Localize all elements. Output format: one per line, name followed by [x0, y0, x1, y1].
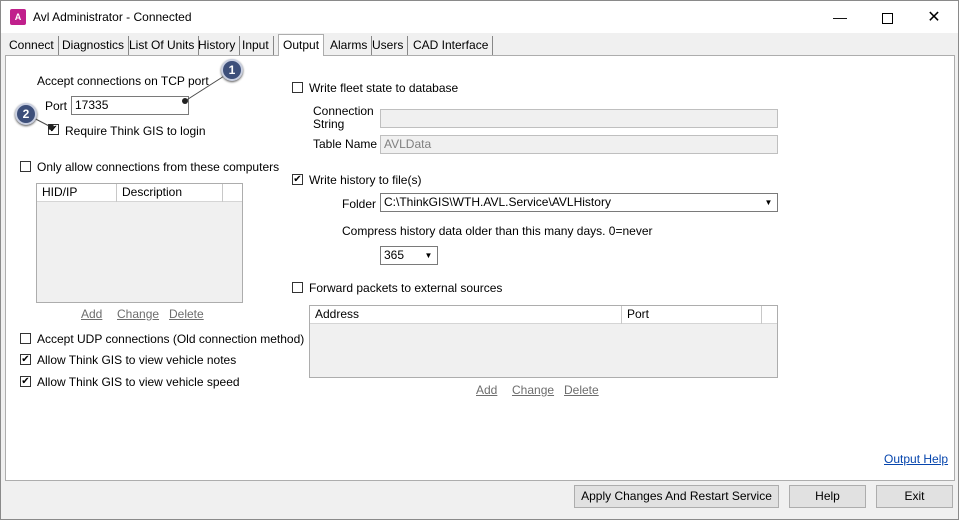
vehicle-speed-label: Allow Think GIS to view vehicle speed — [37, 375, 240, 389]
forward-add-link[interactable]: Add — [476, 383, 497, 397]
forward-packets-label: Forward packets to external sources — [309, 281, 503, 295]
allow-computers-checkbox[interactable] — [20, 161, 31, 172]
tab-diagnostics[interactable]: Diagnostics — [58, 36, 130, 55]
require-login-checkbox[interactable]: ✔ — [48, 124, 59, 135]
table-name-input[interactable]: AVLData — [380, 135, 778, 154]
app-icon: A — [10, 9, 26, 25]
allowed-change-link[interactable]: Change — [117, 307, 159, 321]
vehicle-notes-label: Allow Think GIS to view vehicle notes — [37, 353, 237, 367]
write-history-label: Write history to file(s) — [309, 173, 422, 187]
port-input[interactable]: 17335 — [71, 96, 189, 115]
allowed-delete-link[interactable]: Delete — [169, 307, 204, 321]
minimize-button[interactable]: — — [817, 1, 863, 33]
help-button[interactable]: Help — [789, 485, 866, 508]
udp-label: Accept UDP connections (Old connection m… — [37, 332, 305, 346]
close-button[interactable]: ✕ — [911, 1, 957, 33]
column-port[interactable]: Port — [622, 306, 762, 324]
forward-delete-link[interactable]: Delete — [564, 383, 599, 397]
folder-label: Folder — [342, 197, 377, 211]
require-login-label: Require Think GIS to login — [65, 124, 206, 138]
column-hid-ip[interactable]: HID/IP — [37, 184, 117, 202]
column-description[interactable]: Description — [117, 184, 223, 202]
port-label: Port — [45, 99, 68, 113]
table-name-label: Table Name — [313, 137, 378, 151]
forward-change-link[interactable]: Change — [512, 383, 554, 397]
write-history-checkbox[interactable]: ✔ — [292, 174, 303, 185]
output-help-link[interactable]: Output Help — [884, 452, 948, 466]
connection-string-label: String — [313, 117, 345, 131]
chevron-down-icon[interactable]: ▼ — [761, 195, 776, 210]
list-header: HID/IP Description — [37, 184, 242, 202]
vehicle-speed-checkbox[interactable]: ✔ — [20, 376, 31, 387]
exit-button[interactable]: Exit — [876, 485, 953, 508]
allowed-computers-list[interactable]: HID/IP Description — [36, 183, 243, 303]
fleet-state-db-label: Write fleet state to database — [309, 81, 459, 95]
forward-packets-checkbox[interactable] — [292, 282, 303, 293]
connection-label: Connection — [313, 104, 374, 118]
column-address[interactable]: Address — [310, 306, 622, 324]
allowed-add-link[interactable]: Add — [81, 307, 102, 321]
folder-combo[interactable]: C:\ThinkGIS\WTH.AVL.Service\AVLHistory ▼ — [380, 193, 778, 212]
app-window: A Avl Administrator - Connected — ✕ Conn… — [0, 0, 959, 520]
tab-input[interactable]: Input — [238, 36, 274, 55]
tcp-heading: Accept connections on TCP port — [37, 74, 209, 88]
tab-cad-interface[interactable]: CAD Interface — [409, 36, 494, 55]
folder-value: C:\ThinkGIS\WTH.AVL.Service\AVLHistory — [384, 195, 611, 209]
udp-checkbox[interactable] — [20, 333, 31, 344]
checkmark-icon: ✔ — [293, 174, 302, 185]
apply-restart-button[interactable]: Apply Changes And Restart Service — [574, 485, 779, 508]
checkmark-icon: ✔ — [49, 124, 58, 135]
vehicle-notes-checkbox[interactable]: ✔ — [20, 354, 31, 365]
title-bar: A Avl Administrator - Connected — ✕ — [1, 1, 958, 33]
compress-days-combo[interactable]: 365 ▼ — [380, 246, 438, 265]
tab-list-of-units[interactable]: List Of Units — [125, 36, 200, 55]
tab-alarms[interactable]: Alarms — [326, 36, 373, 55]
tab-connect[interactable]: Connect — [5, 36, 59, 55]
close-icon: ✕ — [927, 9, 941, 26]
compress-days-value: 365 — [384, 248, 405, 262]
tab-output[interactable]: Output — [278, 34, 325, 56]
checkmark-icon: ✔ — [21, 354, 30, 365]
output-panel: Accept connections on TCP port Port 1733… — [5, 55, 955, 481]
tab-history[interactable]: History — [194, 36, 241, 55]
checkmark-icon: ✔ — [21, 376, 30, 387]
maximize-button[interactable] — [864, 1, 910, 33]
maximize-icon — [881, 12, 893, 24]
connection-string-input[interactable] — [380, 109, 778, 128]
chevron-down-icon[interactable]: ▼ — [421, 248, 436, 263]
tab-users[interactable]: Users — [368, 36, 409, 55]
window-title: Avl Administrator - Connected — [33, 10, 192, 24]
minimize-icon: — — [833, 9, 847, 25]
callout-badge-2: 2 — [15, 103, 37, 125]
callout-badge-1: 1 — [221, 59, 243, 81]
forward-address-list[interactable]: Address Port — [309, 305, 778, 378]
compress-label: Compress history data older than this ma… — [342, 224, 653, 238]
fleet-state-db-checkbox[interactable] — [292, 82, 303, 93]
list-header: Address Port — [310, 306, 777, 324]
allow-computers-label: Only allow connections from these comput… — [37, 160, 280, 174]
